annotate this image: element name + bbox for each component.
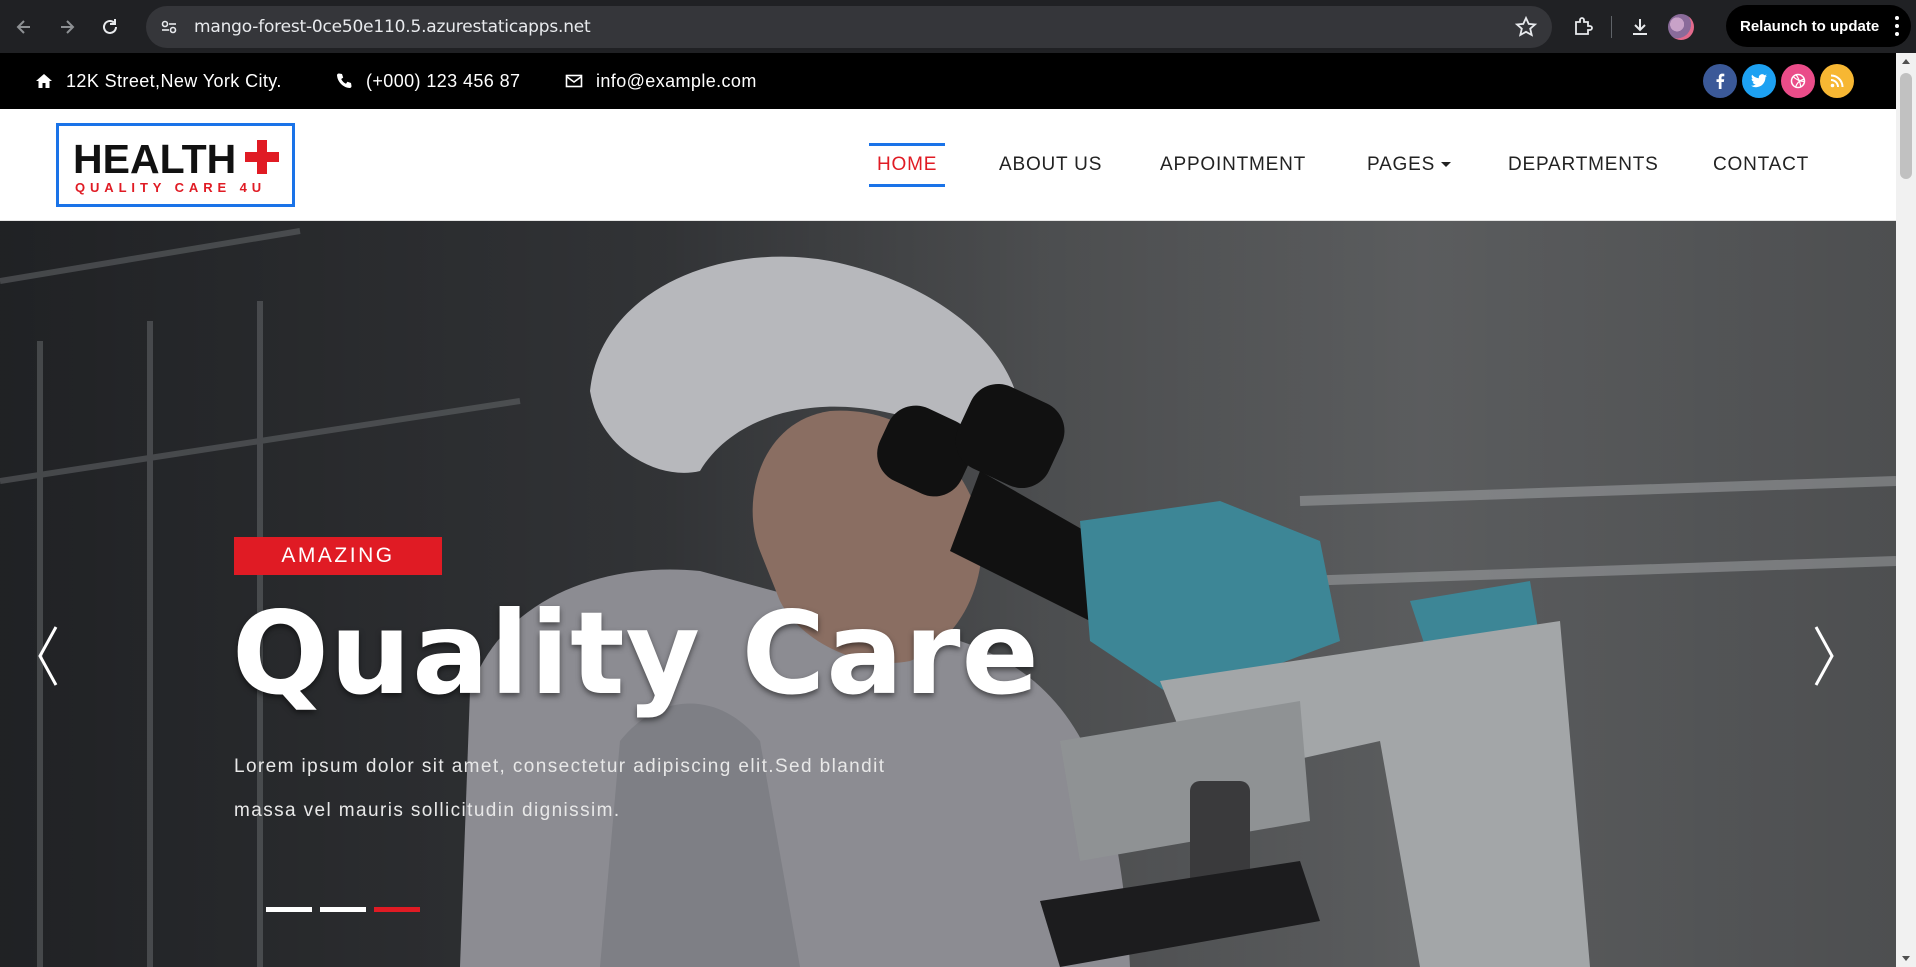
hero-title: Quality Care <box>232 587 1040 720</box>
logo-subtitle: QUALITY CARE 4U <box>75 180 266 195</box>
facebook-icon[interactable] <box>1703 64 1737 98</box>
email-text[interactable]: info@example.com <box>596 71 757 92</box>
hero-slider: AMAZING Quality Care Lorem ipsum dolor s… <box>0 221 1896 967</box>
extensions-icon[interactable] <box>1565 9 1601 45</box>
slide-indicator-3[interactable] <box>374 907 420 912</box>
profile-avatar[interactable] <box>1668 13 1694 40</box>
nav-departments[interactable]: DEPARTMENTS <box>1500 143 1667 187</box>
slide-indicator-1[interactable] <box>266 907 312 912</box>
more-menu-icon[interactable] <box>1895 16 1899 36</box>
url-text[interactable]: mango-forest-0ce50e110.5.azurestaticapps… <box>194 17 591 37</box>
scrollbar-thumb[interactable] <box>1900 73 1912 179</box>
address-item: 12K Street,New York City. <box>35 53 282 109</box>
browser-actions <box>1565 0 1694 53</box>
nav-contact[interactable]: CONTACT <box>1705 143 1817 187</box>
forward-icon[interactable] <box>48 8 86 46</box>
nav-pages[interactable]: PAGES <box>1359 143 1459 187</box>
hero-badge: AMAZING <box>234 537 442 575</box>
rss-icon[interactable] <box>1820 64 1854 98</box>
nav-appointment[interactable]: APPOINTMENT <box>1152 143 1314 187</box>
contact-topbar: 12K Street,New York City. (+000) 123 456… <box>0 53 1896 109</box>
twitter-icon[interactable] <box>1742 64 1776 98</box>
nav-home[interactable]: HOME <box>869 143 946 187</box>
relaunch-button[interactable]: Relaunch to update <box>1726 5 1911 47</box>
address-bar[interactable]: mango-forest-0ce50e110.5.azurestaticapps… <box>146 6 1552 48</box>
hero-description: Lorem ipsum dolor sit amet, consectetur … <box>234 756 886 821</box>
phone-icon <box>337 73 352 88</box>
site-logo[interactable]: HEALTH QUALITY CARE 4U <box>56 123 295 207</box>
phone-item[interactable]: (+000) 123 456 87 <box>335 53 520 109</box>
slide-indicators <box>266 907 428 912</box>
site-header: HEALTH QUALITY CARE 4U HOME ABOUT US APP… <box>0 109 1896 221</box>
email-item[interactable]: info@example.com <box>565 53 757 109</box>
logo-title: HEALTH <box>73 136 237 182</box>
nav-pages-label: PAGES <box>1367 154 1436 175</box>
toolbar-divider <box>1611 15 1612 38</box>
download-icon[interactable] <box>1622 9 1658 45</box>
scroll-up-icon[interactable] <box>1902 59 1910 64</box>
slide-indicator-2[interactable] <box>320 907 366 912</box>
chevron-right-icon[interactable] <box>1808 621 1838 691</box>
nav-about-us[interactable]: ABOUT US <box>991 143 1110 187</box>
dribbble-icon[interactable] <box>1781 64 1815 98</box>
chevron-left-icon[interactable] <box>34 621 64 691</box>
caret-down-icon <box>1441 162 1452 168</box>
reload-icon[interactable] <box>91 8 129 46</box>
relaunch-label: Relaunch to update <box>1740 17 1880 35</box>
site-info-icon[interactable] <box>154 12 184 42</box>
envelope-icon <box>565 74 583 88</box>
page-scrollbar[interactable] <box>1896 53 1916 967</box>
address-text: 12K Street,New York City. <box>66 70 282 91</box>
back-icon[interactable] <box>5 8 43 46</box>
phone-text[interactable]: (+000) 123 456 87 <box>366 71 520 92</box>
medical-cross-icon <box>245 140 279 174</box>
scroll-down-icon[interactable] <box>1902 956 1910 961</box>
home-icon <box>36 74 52 88</box>
bookmark-star-icon[interactable] <box>1514 15 1538 39</box>
